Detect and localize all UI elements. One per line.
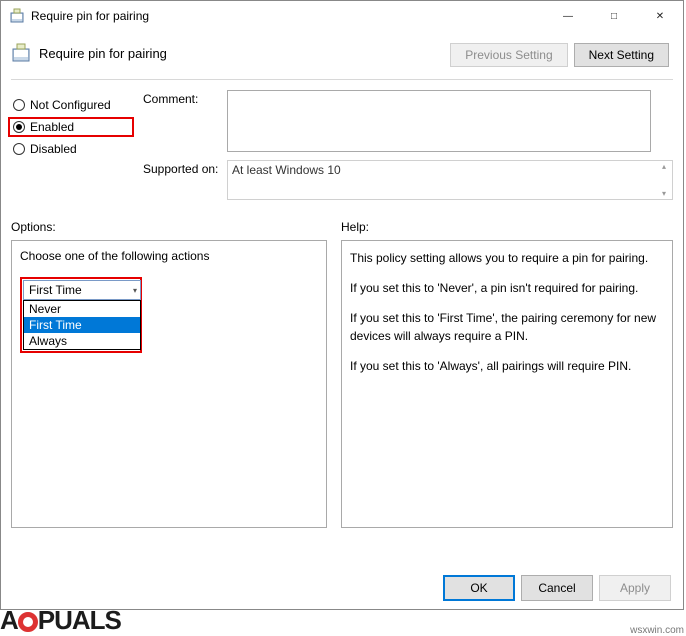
dialog-window: Require pin for pairing — □ ✕ Require pi…	[0, 0, 684, 610]
radio-not-configured[interactable]: Not Configured	[11, 94, 131, 116]
maximize-button[interactable]: □	[591, 1, 637, 31]
state-radio-group: Not Configured Enabled Disabled	[11, 90, 131, 160]
window-controls: — □ ✕	[545, 1, 683, 31]
image-credit: wsxwin.com	[630, 625, 684, 636]
dropdown-item-first-time[interactable]: First Time	[24, 317, 140, 333]
radio-icon	[13, 143, 25, 155]
comment-textarea[interactable]	[227, 90, 651, 152]
gpo-icon	[9, 8, 25, 24]
dialog-footer: OK Cancel Apply	[443, 575, 671, 601]
radio-label: Enabled	[30, 120, 74, 134]
chevron-down-icon: ▾	[662, 189, 666, 198]
options-panel: Choose one of the following actions Firs…	[11, 240, 327, 528]
apply-button[interactable]: Apply	[599, 575, 671, 601]
dropdown-item-always[interactable]: Always	[24, 333, 140, 349]
minimize-button[interactable]: —	[545, 1, 591, 31]
previous-setting-button[interactable]: Previous Setting	[450, 43, 567, 67]
watermark-text: PUALS	[38, 605, 121, 636]
watermark-text: A	[0, 605, 18, 636]
help-text: If you set this to 'Always', all pairing…	[350, 357, 664, 375]
radio-label: Not Configured	[30, 98, 111, 112]
gpo-icon-large	[11, 43, 31, 63]
divider	[11, 79, 673, 80]
chevron-down-icon: ▾	[133, 286, 137, 295]
help-text: This policy setting allows you to requir…	[350, 249, 664, 267]
window-title: Require pin for pairing	[31, 9, 545, 23]
radio-enabled[interactable]: Enabled	[8, 117, 134, 137]
help-text: If you set this to 'Never', a pin isn't …	[350, 279, 664, 297]
ok-button[interactable]: OK	[443, 575, 515, 601]
action-dropdown-list: Never First Time Always	[23, 300, 141, 350]
radio-icon	[13, 121, 25, 133]
page-title: Require pin for pairing	[39, 46, 167, 61]
comment-label: Comment:	[143, 90, 219, 106]
supported-on-label: Supported on:	[143, 160, 219, 176]
supported-on-value: At least Windows 10	[232, 163, 341, 177]
select-value: First Time	[29, 283, 82, 297]
watermark-logo: A PUALS	[0, 605, 121, 636]
radio-disabled[interactable]: Disabled	[11, 138, 131, 160]
help-heading: Help:	[341, 220, 369, 234]
options-select-highlight: First Time ▾ Never First Time Always	[20, 277, 142, 353]
radio-icon	[13, 99, 25, 111]
action-select[interactable]: First Time ▾	[23, 280, 141, 300]
titlebar[interactable]: Require pin for pairing — □ ✕	[1, 1, 683, 31]
help-text: If you set this to 'First Time', the pai…	[350, 309, 664, 345]
supported-on-field: At least Windows 10 ▴ ▾	[227, 160, 673, 200]
watermark-circle-icon	[18, 612, 38, 632]
radio-label: Disabled	[30, 142, 77, 156]
options-heading: Options:	[11, 220, 321, 234]
next-setting-button[interactable]: Next Setting	[574, 43, 669, 67]
close-button[interactable]: ✕	[637, 1, 683, 31]
chevron-up-icon: ▴	[662, 162, 666, 171]
cancel-button[interactable]: Cancel	[521, 575, 593, 601]
dropdown-item-never[interactable]: Never	[24, 301, 140, 317]
scroll-spinner[interactable]: ▴ ▾	[657, 162, 671, 198]
help-panel: This policy setting allows you to requir…	[341, 240, 673, 528]
options-prompt: Choose one of the following actions	[20, 249, 318, 263]
